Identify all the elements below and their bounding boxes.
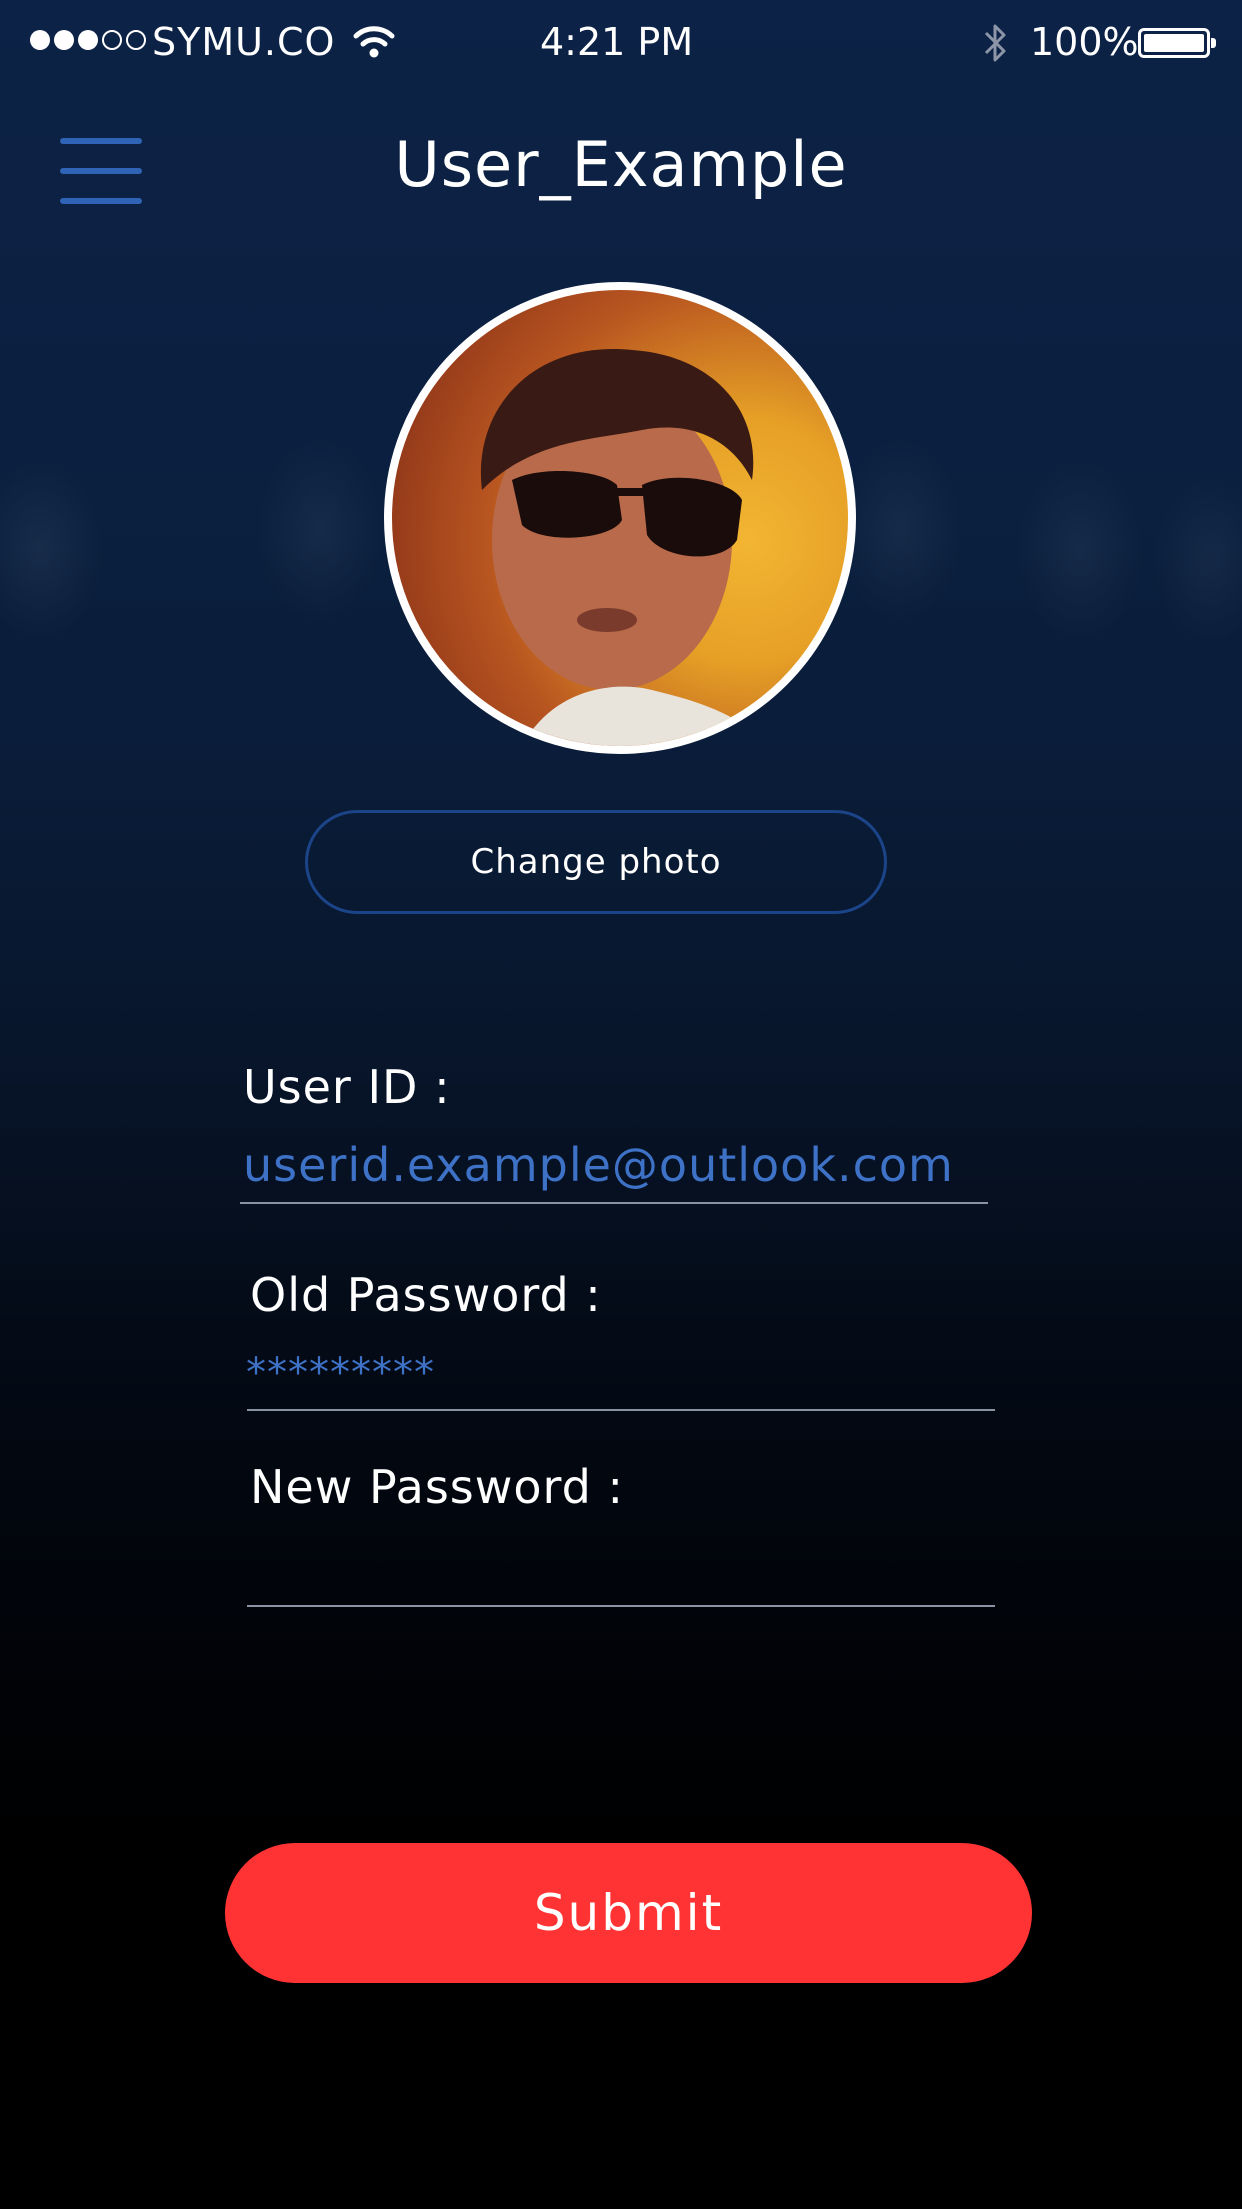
- old-password-field[interactable]: *********: [246, 1350, 435, 1396]
- user-id-field[interactable]: userid.example@outlook.com: [243, 1138, 954, 1192]
- new-password-underline: [247, 1605, 995, 1607]
- user-id-label: User ID :: [243, 1060, 451, 1114]
- user-id-underline: [240, 1202, 988, 1204]
- old-password-underline: [247, 1409, 995, 1411]
- avatar[interactable]: [384, 282, 856, 754]
- wifi-icon: [353, 26, 395, 58]
- carrier-name: SYMU.CO: [152, 20, 336, 64]
- old-password-label: Old Password :: [250, 1268, 602, 1322]
- page-title: User_Example: [394, 128, 848, 201]
- signal-strength-icon: [30, 30, 146, 50]
- bluetooth-icon: [984, 24, 1006, 62]
- status-time: 4:21 PM: [540, 20, 694, 64]
- new-password-field[interactable]: [250, 1540, 990, 1596]
- status-bar: SYMU.CO 4:21 PM 100%: [0, 0, 1242, 86]
- user-photo: [480, 349, 772, 746]
- battery-percentage: 100%: [1030, 20, 1139, 64]
- battery-icon: [1138, 28, 1216, 58]
- profile-screen: SYMU.CO 4:21 PM 100% User_Example Change…: [0, 0, 1242, 2209]
- change-photo-button[interactable]: Change photo: [305, 810, 887, 914]
- new-password-label: New Password :: [250, 1460, 624, 1514]
- submit-button[interactable]: Submit: [225, 1843, 1032, 1983]
